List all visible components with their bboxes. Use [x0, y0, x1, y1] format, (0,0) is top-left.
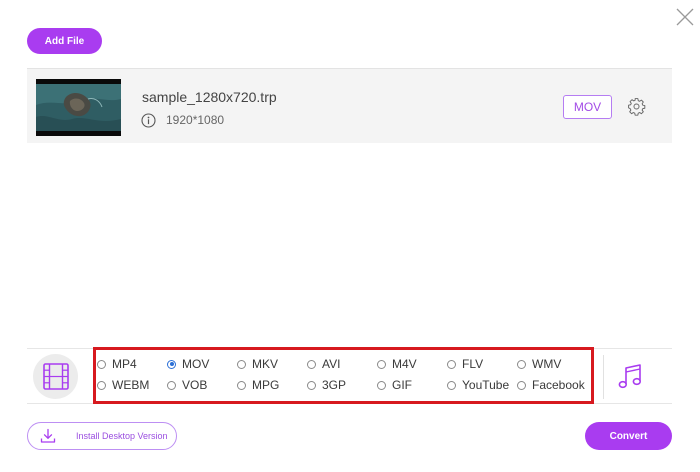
- format-label: GIF: [392, 378, 412, 392]
- format-option-mp4[interactable]: MP4: [97, 356, 137, 372]
- radio-youtube[interactable]: [447, 380, 456, 390]
- format-label: MKV: [252, 357, 279, 371]
- format-option-webm[interactable]: WEBM: [97, 377, 149, 393]
- format-option-wmv[interactable]: WMV: [517, 356, 561, 372]
- add-file-button[interactable]: Add File: [27, 28, 102, 54]
- format-label: WEBM: [112, 378, 150, 392]
- format-option-facebook[interactable]: Facebook: [517, 377, 585, 393]
- format-label: AVI: [322, 357, 341, 371]
- download-icon: [40, 428, 56, 444]
- format-label: MP4: [112, 357, 137, 371]
- install-desktop-button[interactable]: Install Desktop Version: [27, 422, 177, 450]
- install-desktop-label: Install Desktop Version: [76, 431, 168, 441]
- radio-flv[interactable]: [447, 359, 456, 369]
- radio-wmv[interactable]: [517, 359, 526, 369]
- format-option-gif[interactable]: GIF: [377, 377, 412, 393]
- format-option-mov[interactable]: MOV: [167, 356, 209, 372]
- output-format-button[interactable]: MOV: [563, 95, 612, 119]
- format-label: MPG: [252, 378, 280, 392]
- radio-mov[interactable]: [167, 359, 176, 369]
- radio-mp4[interactable]: [97, 359, 106, 369]
- radio-webm[interactable]: [97, 380, 106, 390]
- info-icon[interactable]: [141, 113, 156, 128]
- radio-m4v[interactable]: [377, 359, 386, 369]
- format-option-3gp[interactable]: 3GP: [307, 377, 346, 393]
- file-name: sample_1280x720.trp: [142, 89, 277, 105]
- radio-mpg[interactable]: [237, 380, 246, 390]
- radio-mkv[interactable]: [237, 359, 246, 369]
- format-option-avi[interactable]: AVI: [307, 356, 340, 372]
- radio-facebook[interactable]: [517, 380, 526, 390]
- film-icon[interactable]: [33, 354, 78, 399]
- format-option-m4v[interactable]: M4V: [377, 356, 417, 372]
- format-option-vob[interactable]: VOB: [167, 377, 207, 393]
- radio-gif[interactable]: [377, 380, 386, 390]
- format-option-flv[interactable]: FLV: [447, 356, 483, 372]
- format-option-mkv[interactable]: MKV: [237, 356, 278, 372]
- panel-divider: [603, 355, 604, 399]
- format-label: VOB: [182, 378, 208, 392]
- format-label: MOV: [182, 357, 210, 371]
- format-label: YouTube: [462, 378, 510, 392]
- convert-button[interactable]: Convert: [585, 422, 672, 450]
- radio-3gp[interactable]: [307, 380, 316, 390]
- radio-avi[interactable]: [307, 359, 316, 369]
- format-option-youtube[interactable]: YouTube: [447, 377, 509, 393]
- format-label: 3GP: [322, 378, 347, 392]
- format-label: WMV: [532, 357, 562, 371]
- format-label: M4V: [392, 357, 417, 371]
- format-label: FLV: [462, 357, 484, 371]
- format-label: Facebook: [532, 378, 585, 392]
- music-note-icon[interactable]: [617, 363, 643, 391]
- gear-icon[interactable]: [627, 97, 646, 116]
- format-option-mpg[interactable]: MPG: [237, 377, 279, 393]
- video-thumbnail: [36, 79, 121, 136]
- file-resolution: 1920*1080: [166, 113, 225, 127]
- file-row: sample_1280x720.trp 1920*1080 MOV: [27, 68, 672, 143]
- close-icon[interactable]: [674, 6, 696, 28]
- radio-vob[interactable]: [167, 380, 176, 390]
